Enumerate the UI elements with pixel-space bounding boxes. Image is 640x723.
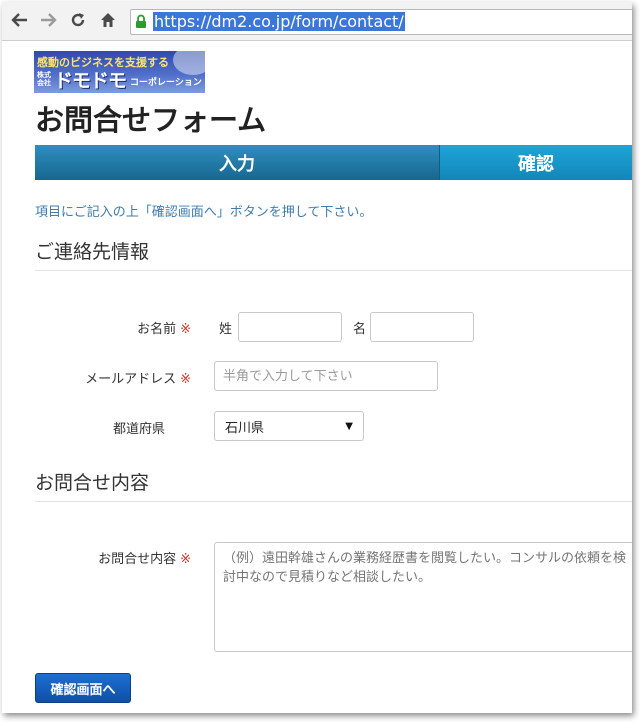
content-label-text: お問合せ内容 [98,552,177,567]
browser-toolbar: https://dm2.co.jp/form/contact/ [2,2,632,41]
contact-section-heading: ご連絡先情報 [35,241,150,263]
prefecture-select[interactable]: 石川県 ▼ [214,411,364,441]
first-name-label: 名 [353,322,367,337]
last-name-input[interactable] [238,312,342,342]
step-input: 入力 [35,145,439,180]
step-confirm: 確認 [439,145,632,180]
required-mark: ※ [180,322,191,337]
confirm-button[interactable]: 確認画面へ [35,673,131,703]
url-text[interactable]: https://dm2.co.jp/form/contact/ [153,12,405,31]
address-bar[interactable]: https://dm2.co.jp/form/contact/ [130,9,632,35]
intro-text: 項目にご記入の上「確認画面へ」ボタンを押して下さい。 [35,205,373,220]
reload-icon[interactable] [68,10,88,30]
forward-icon[interactable] [38,10,58,30]
home-icon[interactable] [98,10,118,30]
name-label: お名前 ※ [137,318,191,337]
browser-window: https://dm2.co.jp/form/contact/ 感動のビジネスを… [2,2,632,713]
required-mark: ※ [180,372,191,387]
last-name-label: 姓 [219,322,233,337]
chevron-down-icon: ▼ [345,420,353,432]
first-name-input[interactable] [370,312,474,342]
name-label-text: お名前 [137,322,177,337]
email-input[interactable] [214,361,438,391]
content-label: お問合せ内容 ※ [98,548,191,567]
prefecture-label: 都道府県 [112,422,165,437]
email-label: メールアドレス ※ [85,368,191,387]
email-label-text: メールアドレス [85,372,177,387]
company-logo[interactable]: 感動のビジネスを支援する 株式会社 ドモドモ コーポレーション [34,51,205,93]
back-icon[interactable] [10,10,30,30]
contact-divider [35,270,632,271]
logo-name: ドモドモ [54,70,127,92]
logo-suffix: コーポレーション [130,78,202,88]
logo-glow [173,51,205,75]
page-title: お問合せフォーム [35,103,267,137]
prefecture-value: 石川県 [225,420,265,436]
inquiry-textarea[interactable] [214,542,632,652]
logo-kabushiki: 株式会社 [37,71,51,87]
progress-steps: 入力 確認 [35,145,632,180]
inquiry-section-heading: お問合せ内容 [35,472,150,494]
inquiry-divider [35,501,632,502]
required-mark: ※ [180,552,191,567]
lock-icon [136,14,146,28]
